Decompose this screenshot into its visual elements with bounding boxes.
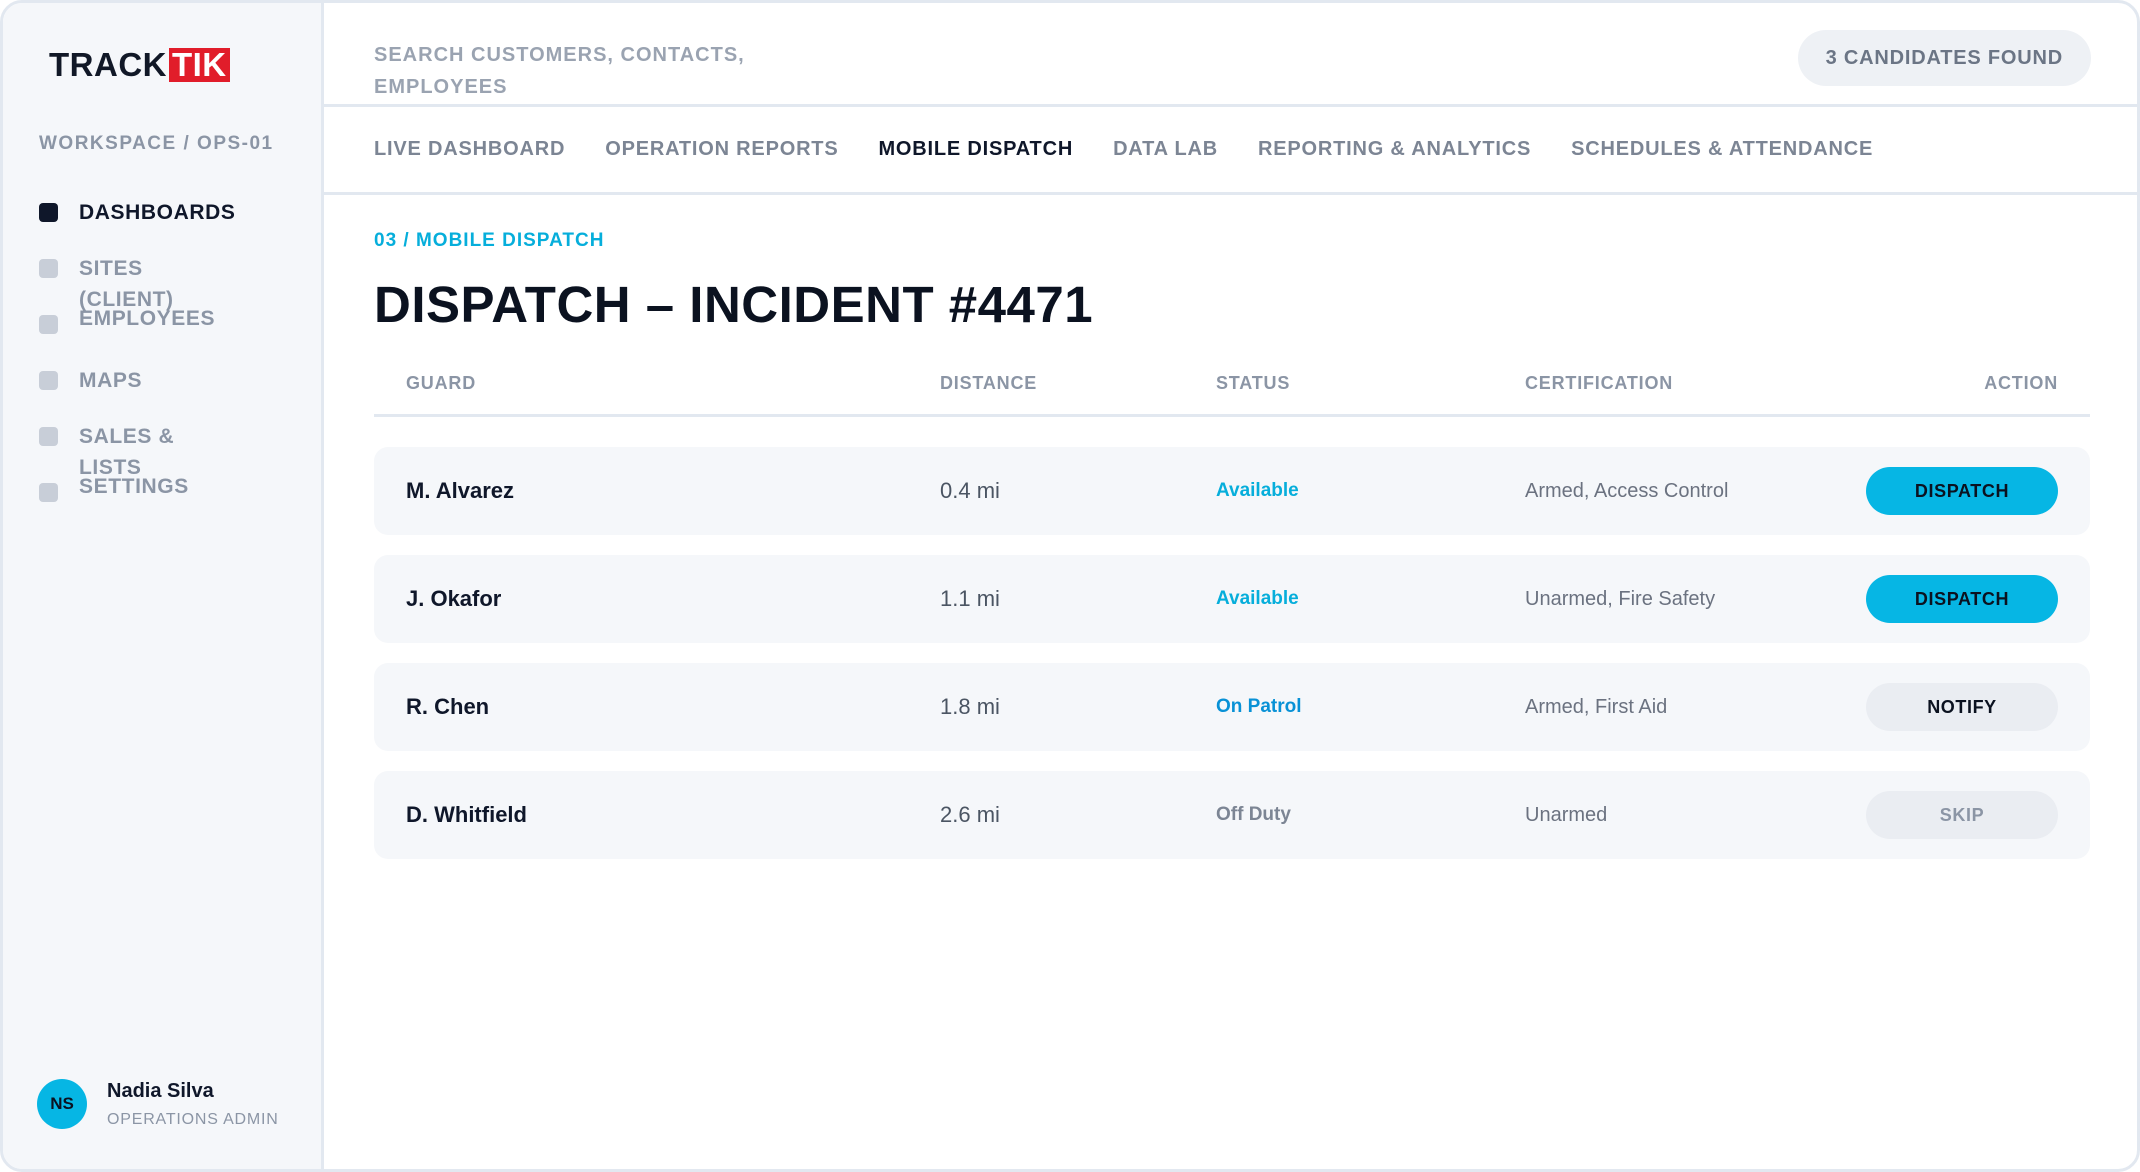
status-badge: Available bbox=[1216, 588, 1299, 609]
sidebar-item-label: DASHBOARDS bbox=[79, 201, 236, 224]
status-badge: Off Duty bbox=[1216, 804, 1291, 825]
square-icon bbox=[39, 315, 58, 334]
column-header-distance: DISTANCE bbox=[940, 373, 1038, 393]
guard-distance: 2.6 mi bbox=[940, 802, 1000, 827]
user-role: OPERATIONS ADMIN bbox=[107, 1110, 279, 1128]
sidebar: TRACK TIK WORKSPACE / OPS-01 DASHBOARDS … bbox=[3, 3, 324, 1169]
workspace-label: WORKSPACE / OPS-01 bbox=[39, 133, 274, 154]
square-icon bbox=[39, 203, 58, 222]
tab-operation-reports[interactable]: OPERATION REPORTS bbox=[605, 138, 838, 161]
guard-distance: 0.4 mi bbox=[940, 478, 1000, 503]
dispatch-button[interactable]: DISPATCH bbox=[1866, 575, 2058, 623]
square-icon bbox=[39, 259, 58, 278]
table-row: M. Alvarez 0.4 mi Available Armed, Acces… bbox=[374, 447, 2090, 535]
top-bar: SEARCH CUSTOMERS, CONTACTS, EMPLOYEES 3 … bbox=[324, 3, 2137, 107]
notify-button[interactable]: NOTIFY bbox=[1866, 683, 2058, 731]
user-profile[interactable]: NS Nadia Silva OPERATIONS ADMIN bbox=[37, 1079, 279, 1129]
tab-reporting-analytics[interactable]: REPORTING & ANALYTICS bbox=[1258, 138, 1531, 161]
guard-distance: 1.1 mi bbox=[940, 586, 1000, 611]
guard-certification: Armed, First Aid bbox=[1525, 695, 1668, 718]
skip-button[interactable]: SKIP bbox=[1866, 791, 2058, 839]
guard-certification: Unarmed bbox=[1525, 803, 1608, 826]
sidebar-item-label: SETTINGS bbox=[79, 475, 189, 498]
guard-distance: 1.8 mi bbox=[940, 694, 1000, 719]
square-icon bbox=[39, 483, 58, 502]
table-row: D. Whitfield 2.6 mi Off Duty Unarmed SKI… bbox=[374, 771, 2090, 859]
table-header: GUARD DISTANCE STATUS CERTIFICATION ACTI… bbox=[374, 373, 2090, 417]
dispatch-button[interactable]: DISPATCH bbox=[1866, 467, 2058, 515]
guard-name: D. Whitfield bbox=[406, 802, 527, 827]
sidebar-item-settings[interactable]: SETTINGS bbox=[39, 475, 309, 509]
sidebar-item-sites[interactable]: SITES (CLIENT) bbox=[39, 253, 309, 311]
tab-mobile-dispatch[interactable]: MOBILE DISPATCH bbox=[878, 138, 1073, 161]
breadcrumb[interactable]: 03 / MOBILE DISPATCH bbox=[374, 230, 604, 252]
sidebar-item-sales-lists[interactable]: SALES & LISTS bbox=[39, 421, 309, 479]
module-tabs: LIVE DASHBOARD OPERATION REPORTS MOBILE … bbox=[324, 107, 2137, 195]
status-badge: Available bbox=[1216, 480, 1299, 501]
tab-schedules-attendance[interactable]: SCHEDULES & ATTENDANCE bbox=[1571, 138, 1873, 161]
guard-name: M. Alvarez bbox=[406, 478, 515, 503]
table-row: R. Chen 1.8 mi On Patrol Armed, First Ai… bbox=[374, 663, 2090, 751]
logo-word-track: TRACK bbox=[49, 46, 167, 83]
user-name: Nadia Silva bbox=[107, 1079, 214, 1102]
column-header-guard: GUARD bbox=[406, 373, 476, 393]
sidebar-item-dashboards[interactable]: DASHBOARDS bbox=[39, 197, 309, 253]
sidebar-item-label: MAPS bbox=[79, 369, 143, 392]
square-icon bbox=[39, 371, 58, 390]
logo-word-tik: TIK bbox=[168, 48, 230, 82]
guard-name: R. Chen bbox=[406, 694, 490, 719]
sidebar-item-maps[interactable]: MAPS bbox=[39, 365, 309, 421]
guard-table-body: M. Alvarez 0.4 mi Available Armed, Acces… bbox=[374, 447, 2090, 879]
guard-certification: Unarmed, Fire Safety bbox=[1525, 587, 1716, 610]
column-header-status: STATUS bbox=[1216, 373, 1291, 393]
sidebar-nav: DASHBOARDS SITES (CLIENT) EMPLOYEES MAPS… bbox=[39, 197, 309, 509]
sidebar-item-employees[interactable]: EMPLOYEES bbox=[39, 307, 309, 341]
sidebar-item-label: EMPLOYEES bbox=[79, 307, 216, 330]
table-row: J. Okafor 1.1 mi Available Unarmed, Fire… bbox=[374, 555, 2090, 643]
tracktik-logo[interactable]: TRACK TIK bbox=[49, 46, 230, 83]
guard-certification: Armed, Access Control bbox=[1525, 479, 1729, 502]
search-input[interactable]: SEARCH CUSTOMERS, CONTACTS, EMPLOYEES bbox=[374, 39, 794, 103]
status-badge: On Patrol bbox=[1216, 696, 1302, 717]
tab-live-dashboard[interactable]: LIVE DASHBOARD bbox=[374, 138, 565, 161]
avatar: NS bbox=[37, 1079, 87, 1129]
page-title: DISPATCH – INCIDENT #4471 bbox=[374, 276, 1094, 333]
column-header-certification: CERTIFICATION bbox=[1525, 373, 1674, 393]
tab-data-lab[interactable]: DATA LAB bbox=[1113, 138, 1218, 161]
square-icon bbox=[39, 427, 58, 446]
candidates-badge: 3 CANDIDATES FOUND bbox=[1797, 30, 2091, 86]
app-window: TRACK TIK WORKSPACE / OPS-01 DASHBOARDS … bbox=[0, 0, 2140, 1172]
guard-name: J. Okafor bbox=[406, 586, 502, 611]
column-header-action: ACTION bbox=[1984, 373, 2058, 393]
